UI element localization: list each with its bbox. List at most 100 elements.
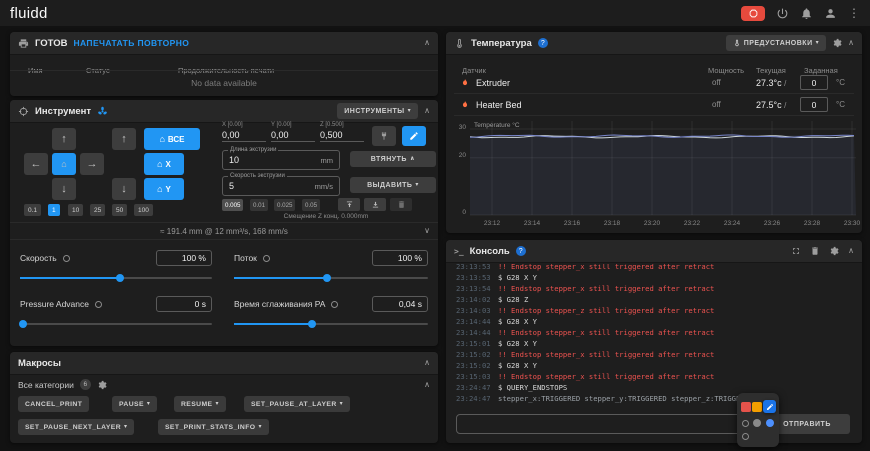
reprint-button[interactable]: НАПЕЧАТАТЬ ПОВТОРНО [73,38,189,48]
macro-set-pause-next-layer[interactable]: SET_PAUSE_NEXT_LAYER▾ [18,419,134,435]
reset-icon[interactable] [331,301,338,308]
console-log[interactable]: 23:13:53!! Endstop stepper_x still trigg… [456,264,848,404]
z-offset-up-button[interactable] [338,198,360,211]
home-xy-button[interactable]: ⌂ [52,153,76,175]
overflow-menu-icon[interactable]: ⋮ [848,7,860,19]
gear-icon[interactable] [97,380,107,390]
gear-icon[interactable] [832,38,842,48]
help-icon[interactable]: ? [516,246,526,256]
popup-tool-icon[interactable] [753,419,761,427]
home-x-button[interactable]: ⌂X [144,153,184,175]
speed-value-input[interactable]: 100 % [156,250,212,266]
reset-icon[interactable] [95,301,102,308]
collapse-icon[interactable]: ∧ [848,39,854,47]
popup-orange-app-icon[interactable] [752,402,762,412]
jog-step-10[interactable]: 10 [68,204,83,216]
chevron-down-icon: ▾ [408,108,412,114]
position-edit-button[interactable] [402,126,426,146]
jog-step-0.1[interactable]: 0.1 [24,204,41,216]
extrude-speed-input[interactable] [229,181,311,191]
collapse-icon[interactable]: ∧ [424,359,430,367]
pa-smooth-value-input[interactable]: 0,04 s [372,296,428,312]
z-offset-down-button[interactable] [364,198,386,211]
flow-value-input[interactable]: 100 % [372,250,428,266]
console-input-field[interactable] [456,414,756,434]
reset-icon[interactable] [63,255,70,262]
collapse-icon[interactable]: ∧ [424,381,430,389]
macro-resume[interactable]: RESUME▾ [174,396,226,412]
z-step-0.05[interactable]: 0.05 [302,199,320,211]
home-all-button[interactable]: ⌂ВСЕ [144,128,200,150]
heater-row-bed[interactable]: Heater Bed off 27.5°c / °C [454,94,854,116]
z-step-0.005[interactable]: 0.005 [222,199,243,211]
jog-x-plus-button[interactable]: → [80,153,104,175]
coord-z[interactable]: Z [0.500] 0,500 [320,122,364,142]
host-power-icon[interactable] [776,7,789,20]
macro-pause[interactable]: PAUSE▾ [112,396,157,412]
jog-step-1[interactable]: 1 [48,204,60,216]
user-account-icon[interactable] [824,7,837,20]
popup-tool-icon[interactable] [742,433,749,440]
printer-icon [18,38,29,49]
coord-x[interactable]: X [0.00] 0,00 [222,122,266,142]
retract-button[interactable]: ВТЯНУТЬ∧ [350,151,436,167]
jog-z-plus-button[interactable]: ↑ [112,128,136,150]
popup-red-app-icon[interactable] [741,402,751,412]
jog-z-minus-button[interactable]: ↓ [112,178,136,200]
tools-dropdown-button[interactable]: ИНСТРУМЕНТЫ▾ [337,103,418,119]
z-step-0.025[interactable]: 0.025 [274,199,295,211]
extrude-speed-field[interactable]: Скорость экструзии mm/s [222,176,340,196]
emergency-stop-button[interactable] [741,6,765,21]
macro-set-print-stats-info[interactable]: SET_PRINT_STATS_INFO▾ [158,419,269,435]
slider-thumb[interactable] [323,274,331,282]
coord-y[interactable]: Y [0.00] 0,00 [271,122,315,142]
presets-dropdown-button[interactable]: ПРЕДУСТАНОВКИ▾ [726,35,826,51]
slider-thumb[interactable] [308,320,316,328]
motors-off-button[interactable] [372,126,396,146]
heater-row-extruder[interactable]: Extruder off 27.3°c / °C [454,72,854,94]
gear-icon[interactable] [829,246,839,256]
z-offset-clear-button[interactable] [390,198,412,211]
slider-track[interactable] [20,323,212,325]
fan-icon[interactable] [97,106,108,117]
expand-icon[interactable] [791,246,801,256]
extrude-length-input[interactable] [229,155,317,165]
slider-thumb[interactable] [116,274,124,282]
extrude-button[interactable]: ВЫДАВИТЬ▾ [350,177,436,193]
z-offset-text: Смещение Z конц. 0.000mm [222,213,430,220]
jog-step-50[interactable]: 50 [112,204,127,216]
slider-track[interactable] [234,277,428,279]
heater-target-input[interactable] [800,75,828,90]
extrude-length-field[interactable]: Длина экструзии mm [222,150,340,170]
home-y-button[interactable]: ⌂Y [144,178,184,200]
jog-step-25[interactable]: 25 [90,204,105,216]
notifications-bell-icon[interactable] [800,7,813,20]
temperature-card: Температура ? ПРЕДУСТАНОВКИ▾ ∧ Датчик Мо… [446,32,862,233]
heater-target-input[interactable] [800,97,828,112]
reset-icon[interactable] [263,255,270,262]
macro-cancel-print[interactable]: CANCEL_PRINT [18,396,89,412]
jog-y-plus-button[interactable]: ↑ [52,128,76,150]
jog-step-100[interactable]: 100 [134,204,153,216]
popup-tool-icon[interactable] [742,420,749,427]
extrusion-summary[interactable]: ≈ 191.4 mm @ 12 mm³/s, 168 mm/s ∨ [10,222,438,240]
slider-track[interactable] [20,277,212,279]
popup-edit-pen-icon[interactable] [763,400,776,413]
console-card: >_ Консоль ? ∧ 23:13:53!! Endstop steppe… [446,240,862,443]
collapse-icon[interactable]: ∧ [424,107,430,115]
pa-value-input[interactable]: 0 s [156,296,212,312]
collapse-icon[interactable]: ∧ [848,247,854,255]
macro-category-label[interactable]: Все категории [18,380,74,390]
help-icon[interactable]: ? [538,38,548,48]
popup-bulb-icon[interactable] [766,419,774,427]
app-logo[interactable]: fluidd [10,5,48,22]
jog-y-minus-button[interactable]: ↓ [52,178,76,200]
slider-thumb[interactable] [19,320,27,328]
collapse-icon[interactable]: ∧ [424,39,430,47]
macro-set-pause-at-layer[interactable]: SET_PAUSE_AT_LAYER▾ [244,396,350,412]
slider-track[interactable] [234,323,428,325]
console-command-input[interactable] [463,419,749,429]
trash-icon[interactable] [810,246,820,256]
jog-x-minus-button[interactable]: ← [24,153,48,175]
z-step-0.01[interactable]: 0.01 [250,199,268,211]
